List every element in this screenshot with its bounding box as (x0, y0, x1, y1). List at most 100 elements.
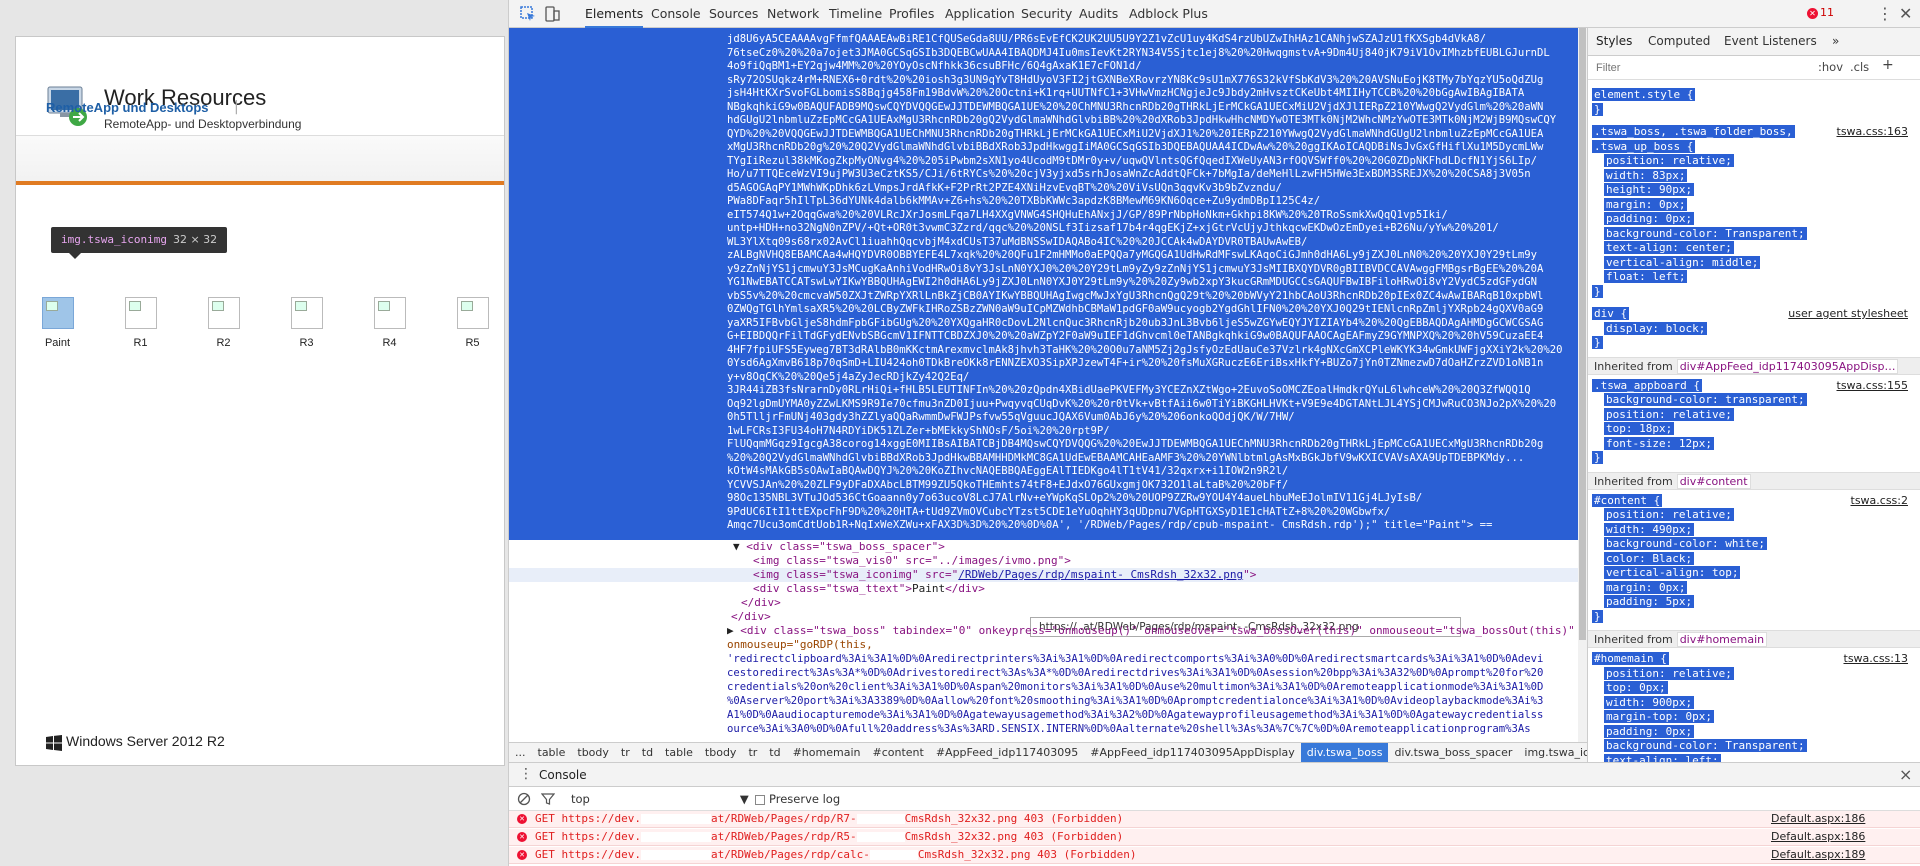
css-property[interactable]: background-color: transparent; (1588, 393, 1920, 407)
tree-node-boss-spacer[interactable]: ▼ <div class="tswa_boss_spacer"> (733, 540, 945, 554)
rule-selector[interactable]: .tswa_boss, .tswa_folder_boss, tswa.css:1… (1588, 125, 1920, 139)
breadcrumb-item[interactable]: td (763, 743, 786, 762)
app-tile-r1[interactable]: R1 (99, 259, 182, 349)
app-tile-r3[interactable]: R3 (265, 259, 348, 349)
clear-console-icon[interactable] (517, 792, 531, 806)
rule-selector[interactable]: div {user agent stylesheet (1588, 307, 1920, 321)
device-toolbar-icon[interactable] (543, 5, 561, 23)
css-property[interactable]: background-color: white; (1588, 537, 1920, 551)
breadcrumb-item[interactable]: table (659, 743, 699, 762)
css-property[interactable]: text-align: left; (1588, 753, 1920, 762)
css-property[interactable]: position: relative; (1588, 666, 1920, 681)
css-property[interactable]: margin-top: 0px; (1588, 710, 1920, 724)
breadcrumb-item[interactable]: td (636, 743, 659, 762)
css-property[interactable]: color: Black; (1588, 551, 1920, 566)
selected-code-block[interactable]: jd8U6yA5CEAAAAvgFfmfQAAAEAwBiRE1CfQUSeGd… (509, 28, 1587, 540)
rule-brace[interactable]: } (1588, 451, 1920, 465)
elements-scrollbar[interactable] (1578, 28, 1587, 742)
css-source-link[interactable]: tswa.css:2 (1851, 494, 1909, 508)
breadcrumb-item[interactable]: div.tswa_boss (1300, 743, 1389, 762)
app-icon-broken-image-icon[interactable] (41, 297, 74, 329)
close-icon[interactable]: ✕ (1899, 4, 1912, 23)
breadcrumb-item[interactable]: #homemain (787, 743, 867, 762)
drawer-menu-icon[interactable]: ⋮ (519, 766, 533, 782)
css-property[interactable]: vertical-align: top; (1588, 566, 1920, 580)
tab-elements[interactable]: Elements (585, 0, 644, 28)
rule-selector[interactable]: #content {tswa.css:2 (1588, 493, 1920, 508)
breadcrumb-item[interactable]: ... (509, 743, 532, 762)
close-icon[interactable]: × (1899, 765, 1912, 784)
collapse-arrow-icon[interactable]: ▶ (727, 624, 740, 637)
css-property[interactable]: background-color: Transparent; (1588, 226, 1920, 241)
css-property[interactable]: vertical-align: middle; (1588, 255, 1920, 270)
kebab-menu-icon[interactable]: ⋮ (1877, 4, 1893, 23)
tree-node-close[interactable]: </div> (731, 610, 771, 624)
tab-network[interactable]: Network (767, 0, 819, 28)
css-property[interactable]: font-size: 12px; (1588, 436, 1920, 451)
breadcrumb-item[interactable]: tr (615, 743, 636, 762)
css-property[interactable]: position: relative; (1588, 407, 1920, 422)
css-property[interactable]: top: 0px; (1588, 681, 1920, 695)
tab-adblock-plus[interactable]: Adblock Plus (1129, 0, 1208, 28)
breadcrumb-item[interactable]: tbody (571, 743, 615, 762)
console-error-row[interactable]: ✕ GET https://dev. at/RDWeb/Pages/rdp/R7- C… (509, 811, 1920, 828)
breadcrumb-item[interactable]: div.tswa_boss_spacer (1388, 743, 1518, 762)
tree-node-vis0[interactable]: <img class="tswa_vis0" src="../images/iv… (753, 554, 1071, 568)
tree-node-boss[interactable]: ▶ <div class="tswa_boss" tabindex="0" on… (727, 624, 1575, 638)
breadcrumb-item[interactable]: tr (742, 743, 763, 762)
css-source-link[interactable]: user agent stylesheet (1788, 307, 1908, 321)
elements-tree[interactable]: jd8U6yA5CEAAAAvgFfmfQAAAEAwBiRE1CfQUSeGd… (509, 28, 1587, 742)
new-rule-button[interactable]: + (1882, 57, 1894, 73)
app-icon-broken-image-icon[interactable] (290, 297, 323, 329)
app-icon-broken-image-icon[interactable] (124, 297, 157, 329)
app-icon-broken-image-icon[interactable] (456, 297, 489, 329)
app-icon-broken-image-icon[interactable] (207, 297, 240, 329)
drawer-tab-console[interactable]: Console (539, 768, 587, 782)
css-property[interactable]: padding: 5px; (1588, 595, 1920, 609)
tab-console[interactable]: Console (651, 0, 701, 28)
breadcrumb-item[interactable]: table (532, 743, 572, 762)
app-tile-r2[interactable]: R2 (182, 259, 265, 349)
css-source-link[interactable]: tswa.css:13 (1844, 652, 1909, 666)
css-property[interactable]: text-align: center; (1588, 241, 1920, 255)
tree-node-close[interactable]: </div> (741, 596, 781, 610)
css-source-link[interactable]: tswa.css:155 (1837, 379, 1909, 393)
css-property[interactable]: width: 83px; (1588, 168, 1920, 183)
source-location-link[interactable]: Default.aspx:186 (1771, 811, 1865, 827)
tab-audits[interactable]: Audits (1079, 0, 1118, 28)
filter-icon[interactable] (541, 792, 555, 806)
css-property[interactable]: padding: 0px; (1588, 212, 1920, 226)
css-property[interactable]: height: 90px; (1588, 183, 1920, 197)
css-property[interactable]: top: 18px; (1588, 422, 1920, 436)
hover-state-toggle[interactable]: :hov (1818, 60, 1843, 74)
rule-brace[interactable]: } (1588, 609, 1920, 624)
error-count-badge[interactable]: ✕ 11 (1807, 6, 1834, 19)
css-property[interactable]: margin: 0px; (1588, 197, 1920, 212)
nav-item-remoteapp[interactable]: RemoteApp und Desktops (46, 100, 209, 115)
tree-node-iconimg-selected[interactable]: <img class="tswa_iconimg" src="/RDWeb/Pa… (509, 568, 1578, 582)
css-property[interactable]: float: left; (1588, 270, 1920, 284)
breadcrumb-item[interactable]: #AppFeed_idp117403095AppDisplay (1084, 743, 1301, 762)
expand-arrow-icon[interactable]: ▼ (733, 540, 746, 553)
inherited-node-link[interactable]: div#AppFeed_idp117403095AppDisp… (1676, 358, 1899, 374)
breadcrumb-item[interactable]: tbody (699, 743, 743, 762)
inspect-element-icon[interactable] (519, 5, 537, 23)
more-tabs-icon[interactable]: » (1832, 34, 1839, 48)
inherited-node-link[interactable]: div#content (1676, 473, 1751, 489)
css-property[interactable]: position: relative; (1588, 154, 1920, 168)
rule-brace[interactable]: } (1588, 102, 1920, 117)
breadcrumb-item[interactable]: #AppFeed_idp117403095 (930, 743, 1084, 762)
tab-styles[interactable]: Styles (1596, 34, 1632, 48)
breadcrumb-item[interactable]: img.tswa_iconimg (1518, 743, 1587, 762)
source-location-link[interactable]: Default.aspx:186 (1771, 829, 1865, 845)
rule-brace[interactable]: } (1588, 336, 1920, 350)
tab-profiles[interactable]: Profiles (889, 0, 934, 28)
preserve-log-checkbox[interactable]: Preserve log (755, 792, 840, 806)
tab-sources[interactable]: Sources (709, 0, 758, 28)
rule-selector[interactable]: .tswa_up_boss { (1588, 139, 1920, 154)
app-tile-paint[interactable]: Paint (16, 259, 99, 349)
css-property[interactable]: width: 490px; (1588, 522, 1920, 537)
tab-computed[interactable]: Computed (1648, 34, 1710, 48)
css-property[interactable]: width: 900px; (1588, 695, 1920, 710)
tab-event-listeners[interactable]: Event Listeners (1724, 34, 1817, 48)
